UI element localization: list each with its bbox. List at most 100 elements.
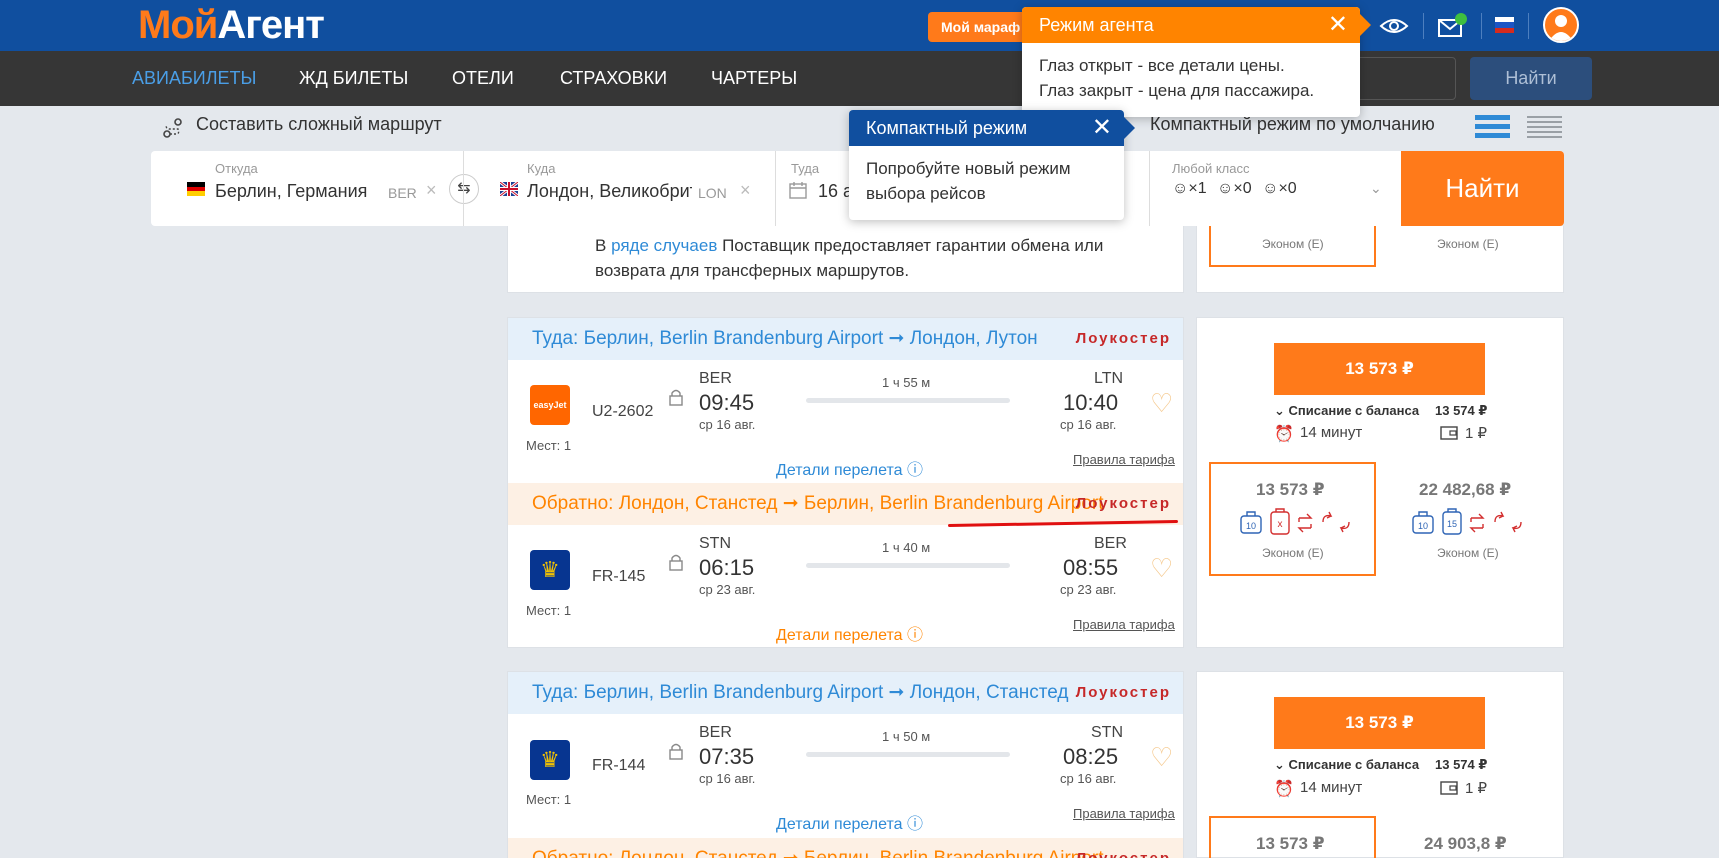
flight-details-link[interactable]: Детали перелета ⓘ: [776, 456, 923, 480]
arrival-time: 10:40: [1063, 390, 1119, 415]
fare-price: 13 573 ₽: [1256, 480, 1325, 499]
outbound-header: Туда: Берлин, Berlin Brandenburg Airport…: [508, 318, 1183, 360]
flight-number: FR-144: [592, 757, 646, 774]
compact-mode-tooltip: Компактный режим ✕ Попробуйте новый режи…: [849, 110, 1124, 220]
wallet-icon: [1440, 779, 1458, 795]
passengers-selector[interactable]: ☺×1 ☺×0 ☺×0: [1172, 180, 1297, 198]
tooltip-text: Попробуйте новый режим выбора рейсов: [866, 159, 1071, 203]
flight-duration: 1 ч 50 м: [882, 729, 931, 744]
balance-debit-toggle[interactable]: ⌄ Списание с баланса: [1274, 403, 1419, 419]
lowcost-badge: Лоукостер: [1075, 330, 1171, 347]
return-header: Обратно: Лондон, Станстед ➞ Берлин, Berl…: [508, 838, 1183, 858]
russia-flag-icon[interactable]: [1495, 17, 1514, 33]
from-label: Откуда: [215, 161, 258, 176]
lock-icon: [669, 742, 683, 760]
user-avatar-icon[interactable]: [1543, 7, 1579, 43]
compact-default-label: Компактный режим по умолчанию: [1150, 114, 1435, 134]
compact-list-icon[interactable]: [1475, 114, 1510, 140]
alarm-clock-icon: ⏰: [1274, 781, 1294, 798]
departure-time: 06:15: [699, 555, 755, 580]
arrival-date: ср 23 авг.: [1060, 582, 1117, 597]
adults-count: ×1: [1188, 180, 1207, 197]
ryanair-logo: ♛: [530, 740, 570, 780]
chevron-down-icon[interactable]: ⌄: [1370, 180, 1382, 197]
favorite-heart-icon[interactable]: ♡: [1150, 553, 1173, 584]
balance-amount: 13 574 ₽: [1435, 403, 1488, 418]
infant-icon: ☺: [1262, 180, 1279, 197]
swap-icon[interactable]: ⇆: [449, 174, 479, 204]
tooltip-line: Глаз открыт - все детали цены.: [1039, 56, 1285, 75]
tooltip-arrow: [1124, 117, 1135, 139]
to-clear-icon[interactable]: ×: [740, 180, 751, 201]
seats-count: Мест: 1: [526, 792, 572, 807]
find-button[interactable]: Найти: [1401, 151, 1564, 226]
divider: [1423, 13, 1424, 39]
fare-class: Эконом (E): [1437, 237, 1499, 251]
nav-bar: [0, 51, 1719, 106]
arrival-time: 08:25: [1063, 744, 1119, 769]
cases-link[interactable]: ряде случаев: [611, 236, 717, 255]
from-clear-icon[interactable]: ×: [426, 180, 437, 201]
nav-item-trains[interactable]: ЖД БИЛЕТЫ: [299, 51, 408, 106]
field-divider: [463, 151, 464, 226]
detailed-list-icon[interactable]: [1527, 114, 1562, 140]
outbound-header: Туда: Берлин, Berlin Brandenburg Airport…: [508, 672, 1183, 714]
nav-search-input[interactable]: [1350, 57, 1456, 100]
route-icon[interactable]: [161, 116, 185, 140]
class-label: Любой класс: [1172, 161, 1250, 176]
baggage-icons[interactable]: 10 15: [1411, 508, 1523, 536]
fare-rules-link[interactable]: Правила тарифа: [1073, 452, 1175, 467]
wallet-icon: [1440, 424, 1458, 440]
wallet-amount: 1 ₽: [1465, 425, 1488, 442]
arrival-date: ср 16 авг.: [1060, 417, 1117, 432]
calendar-icon[interactable]: [789, 181, 807, 199]
flight-details-link[interactable]: Детали перелета ⓘ: [776, 810, 923, 834]
fare-rules-link[interactable]: Правила тарифа: [1073, 617, 1175, 632]
infants-count: ×0: [1278, 180, 1297, 197]
tooltip-arrow: [1360, 14, 1371, 36]
departure-code: BER: [699, 724, 732, 741]
nav-item-insurance[interactable]: СТРАХОВКИ: [560, 51, 667, 106]
lowcost-badge: Лоукостер: [1076, 838, 1171, 858]
buy-price-button[interactable]: 13 573 ₽: [1274, 343, 1485, 395]
divider: [1528, 13, 1529, 39]
child-icon: ☺: [1217, 180, 1234, 197]
close-icon[interactable]: ✕: [1328, 7, 1348, 43]
duration-bar: [806, 563, 1010, 568]
svg-text:10: 10: [1418, 521, 1428, 531]
departure-time: 07:35: [699, 744, 755, 769]
departure-date: ср 23 авг.: [699, 582, 756, 597]
fare-class: Эконом (E): [1437, 546, 1499, 560]
close-icon[interactable]: ✕: [1092, 110, 1112, 146]
timer-label: 14 минут: [1300, 779, 1363, 796]
logo[interactable]: МойАгент: [138, 2, 325, 48]
field-divider: [775, 151, 776, 226]
arrival-code: LTN: [1094, 370, 1124, 387]
lock-icon: [669, 388, 683, 406]
balance-debit-toggle[interactable]: ⌄ Списание с баланса: [1274, 757, 1419, 773]
flight-details-link[interactable]: Детали перелета ⓘ: [776, 621, 923, 645]
adult-icon: ☺: [1172, 180, 1189, 197]
seats-count: Мест: 1: [526, 603, 572, 618]
nav-item-flights[interactable]: АВИАБИЛЕТЫ: [132, 51, 256, 106]
date-input[interactable]: 16 а: [818, 181, 853, 202]
flight-duration: 1 ч 55 м: [882, 375, 931, 390]
seats-count: Мест: 1: [526, 438, 572, 453]
complex-route-link[interactable]: Составить сложный маршрут: [196, 114, 442, 135]
nav-item-hotels[interactable]: ОТЕЛИ: [452, 51, 514, 106]
to-input[interactable]: Лондон, Великобритания: [527, 181, 692, 202]
fare-rules-link[interactable]: Правила тарифа: [1073, 806, 1175, 821]
arrival-code: BER: [1094, 535, 1127, 552]
nav-item-charters[interactable]: ЧАРТЕРЫ: [711, 51, 797, 106]
marathon-button[interactable]: Мой мараф: [928, 12, 1028, 42]
departure-date: ср 16 авг.: [699, 771, 756, 786]
favorite-heart-icon[interactable]: ♡: [1150, 388, 1173, 419]
nav-search-button[interactable]: Найти: [1470, 57, 1592, 100]
fare-price: 13 573 ₽: [1256, 834, 1325, 853]
eye-icon[interactable]: [1379, 13, 1409, 39]
mail-icon[interactable]: [1437, 12, 1467, 40]
favorite-heart-icon[interactable]: ♡: [1150, 742, 1173, 773]
from-input[interactable]: Берлин, Германия: [215, 181, 380, 202]
transfer-note: В ряде случаев Поставщик предоставляет г…: [595, 236, 1104, 280]
buy-price-button[interactable]: 13 573 ₽: [1274, 697, 1485, 749]
